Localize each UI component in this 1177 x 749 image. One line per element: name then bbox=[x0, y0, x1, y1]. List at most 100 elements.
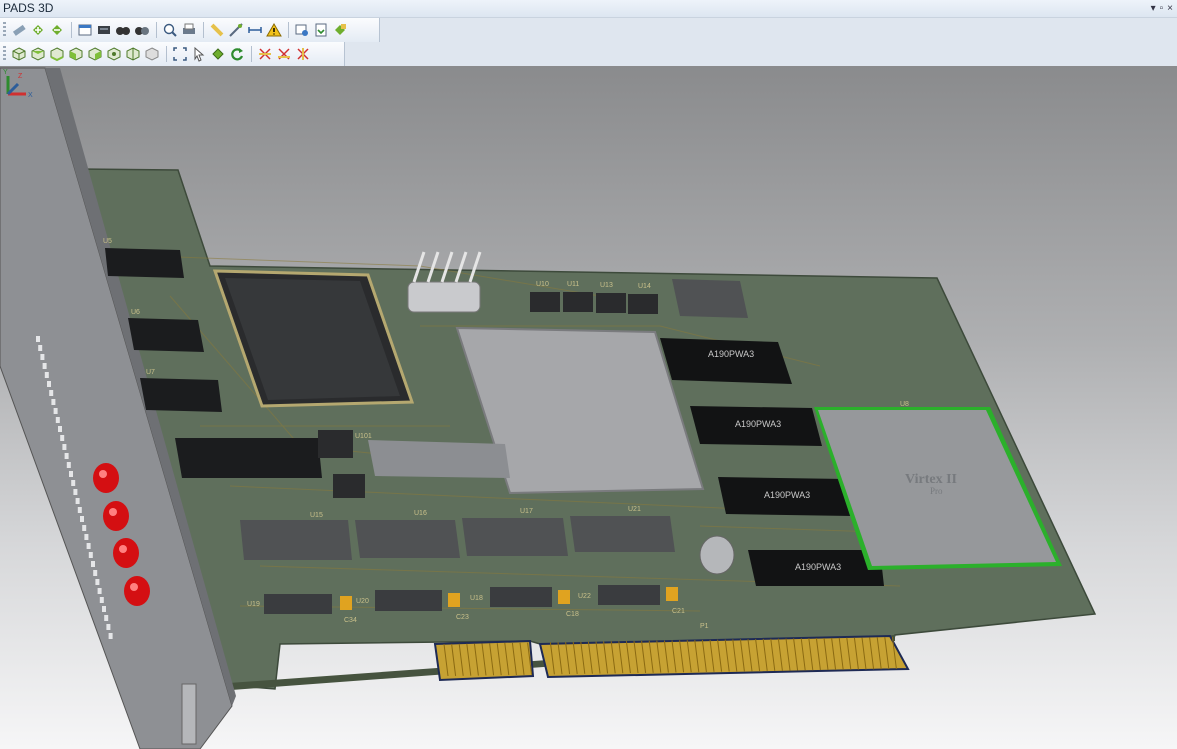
view-top-icon[interactable] bbox=[29, 45, 47, 63]
separator bbox=[251, 46, 252, 62]
view-custom-icon[interactable] bbox=[143, 45, 161, 63]
bracket-vent bbox=[77, 507, 82, 513]
float-icon[interactable]: ▫ bbox=[1160, 0, 1164, 17]
ref-label: U21 bbox=[628, 506, 641, 513]
add-icon[interactable] bbox=[29, 21, 47, 39]
bracket-vent bbox=[62, 444, 67, 450]
view-left-icon[interactable] bbox=[105, 45, 123, 63]
ref-label: U14 bbox=[638, 283, 651, 290]
zoom-extents-icon[interactable] bbox=[171, 45, 189, 63]
fit-icon[interactable] bbox=[246, 21, 264, 39]
view-toolbar bbox=[0, 42, 345, 66]
chip-marking: A190PWA3 bbox=[764, 490, 810, 500]
separator bbox=[71, 22, 72, 38]
export-icon[interactable] bbox=[312, 21, 330, 39]
print-icon[interactable] bbox=[180, 21, 198, 39]
toolbar-grip[interactable] bbox=[3, 46, 6, 62]
bracket-vent bbox=[55, 417, 60, 423]
fpga-label: Virtex II bbox=[905, 472, 957, 487]
bracket-vent bbox=[102, 606, 106, 612]
edge-connector bbox=[433, 634, 910, 682]
title-bar: PADS 3D ▾ ▫ × bbox=[0, 0, 1177, 18]
view-right-icon[interactable] bbox=[124, 45, 142, 63]
bracket-vent bbox=[53, 408, 58, 414]
bracket-vent bbox=[84, 534, 89, 540]
bracket-vent bbox=[38, 345, 43, 351]
pan-icon[interactable] bbox=[209, 45, 227, 63]
capture-icon[interactable] bbox=[133, 21, 151, 39]
ref-label: C23 bbox=[456, 614, 469, 621]
bracket-vent bbox=[60, 435, 65, 441]
bracket-vent bbox=[58, 426, 62, 432]
bracket-vent bbox=[75, 498, 80, 504]
bracket-vent bbox=[51, 399, 56, 405]
ref-label: U5 bbox=[103, 238, 112, 245]
dropdown-icon[interactable]: ▾ bbox=[1151, 0, 1156, 17]
clip-y-icon[interactable] bbox=[275, 45, 293, 63]
crystal-oscillator bbox=[407, 251, 482, 313]
axis-z-label: Z bbox=[18, 73, 23, 80]
select-icon[interactable] bbox=[190, 45, 208, 63]
bracket-vent bbox=[42, 363, 47, 369]
ref-label: U13 bbox=[600, 282, 613, 289]
pcb-3d-render: A190PWA3 A190PWA3 A190PWA3 A190PWA3 Virt… bbox=[0, 67, 1097, 749]
separator bbox=[288, 22, 289, 38]
bracket-vent bbox=[95, 579, 100, 585]
ref-label: U17 bbox=[520, 508, 533, 515]
bracket-vent bbox=[106, 624, 111, 630]
ref-label: U15 bbox=[310, 512, 323, 519]
bracket-vent bbox=[44, 372, 49, 378]
ref-label: U18 bbox=[470, 595, 483, 602]
ref-label: P1 bbox=[700, 623, 709, 630]
layers-icon[interactable] bbox=[95, 21, 113, 39]
main-toolbar bbox=[0, 18, 380, 42]
bracket-vent bbox=[86, 543, 91, 549]
bracket-vent bbox=[47, 381, 51, 387]
view-back-icon[interactable] bbox=[86, 45, 104, 63]
bracket-vent bbox=[91, 561, 95, 567]
ref-label: U6 bbox=[131, 309, 140, 316]
bracket-vent bbox=[73, 489, 78, 495]
close-icon[interactable]: × bbox=[1167, 0, 1173, 17]
bracket-vent bbox=[49, 390, 54, 396]
toolbar-grip[interactable] bbox=[3, 22, 6, 38]
window-controls: ▾ ▫ × bbox=[1151, 0, 1173, 17]
chip-marking: A190PWA3 bbox=[795, 562, 841, 572]
report-icon[interactable] bbox=[293, 21, 311, 39]
settings-icon[interactable] bbox=[331, 21, 349, 39]
measure-icon[interactable] bbox=[10, 21, 28, 39]
bracket-vent bbox=[36, 336, 40, 342]
clip-z-icon[interactable] bbox=[294, 45, 312, 63]
ref-label: U8 bbox=[900, 401, 909, 408]
chip-marking: A190PWA3 bbox=[735, 419, 781, 429]
ruler-icon[interactable] bbox=[208, 21, 226, 39]
remove-icon[interactable] bbox=[48, 21, 66, 39]
warning-icon[interactable] bbox=[265, 21, 283, 39]
view-front-icon[interactable] bbox=[67, 45, 85, 63]
ref-label: C21 bbox=[672, 608, 685, 615]
view-iso-icon[interactable] bbox=[10, 45, 28, 63]
clip-x-icon[interactable] bbox=[256, 45, 274, 63]
bracket-vent bbox=[93, 570, 98, 576]
ref-label: U7 bbox=[146, 369, 155, 376]
view-bottom-icon[interactable] bbox=[48, 45, 66, 63]
chip-marking: A190PWA3 bbox=[708, 349, 754, 359]
bracket-vent bbox=[71, 480, 76, 486]
separator bbox=[166, 46, 167, 62]
bracket-vent bbox=[104, 615, 109, 621]
ref-label: U101 bbox=[355, 433, 372, 440]
properties-icon[interactable] bbox=[76, 21, 94, 39]
bracket-vent bbox=[97, 588, 102, 594]
zoom-icon[interactable] bbox=[161, 21, 179, 39]
ref-label: C18 bbox=[566, 611, 579, 618]
bracket-vent bbox=[64, 453, 69, 459]
ref-label: U11 bbox=[567, 281, 579, 288]
distance-icon[interactable] bbox=[227, 21, 245, 39]
separator bbox=[203, 22, 204, 38]
3d-viewport[interactable]: A190PWA3 A190PWA3 A190PWA3 A190PWA3 Virt… bbox=[0, 66, 1177, 749]
rotate-icon[interactable] bbox=[228, 45, 246, 63]
ref-label: C34 bbox=[344, 617, 357, 624]
window-title: PADS 3D bbox=[3, 1, 54, 15]
bracket-vent bbox=[80, 516, 84, 522]
camera-icon[interactable] bbox=[114, 21, 132, 39]
